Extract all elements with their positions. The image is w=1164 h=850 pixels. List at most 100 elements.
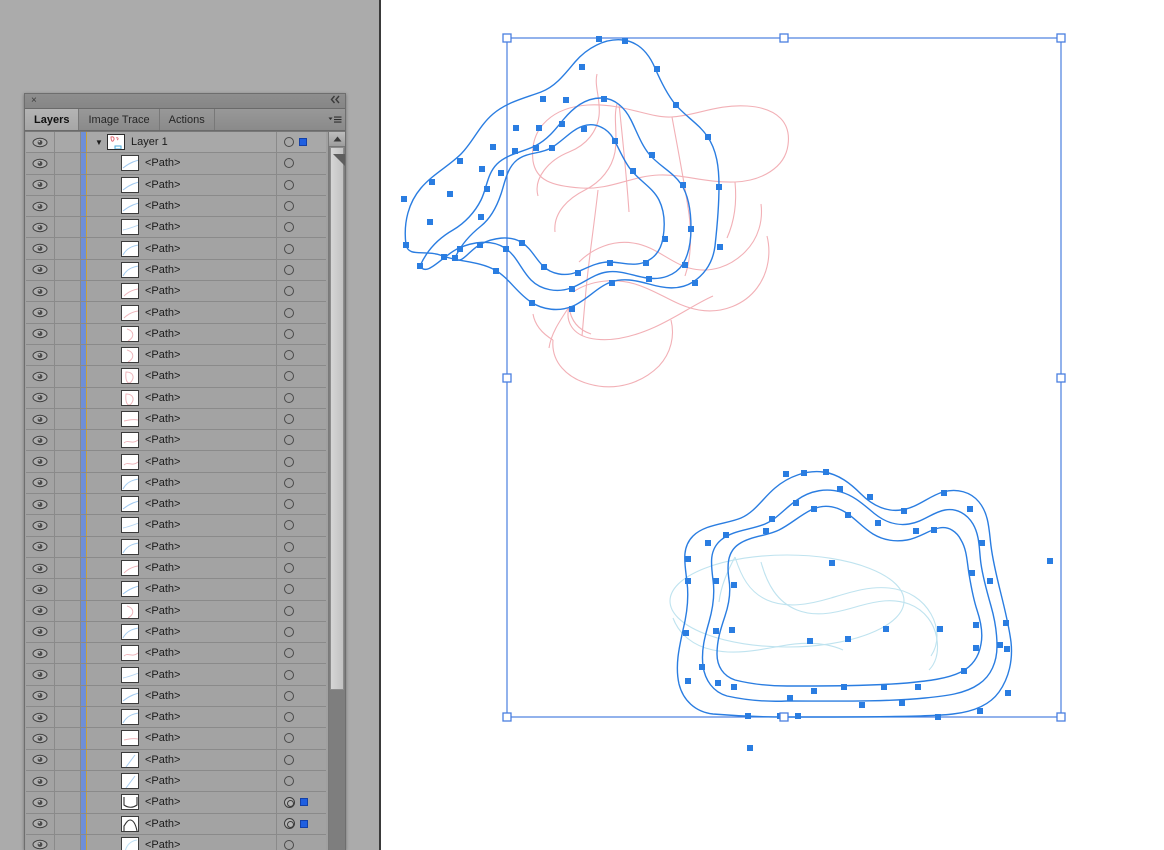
target-circle-icon[interactable]	[284, 670, 294, 680]
path-main-cell[interactable]: <Path>	[87, 601, 276, 621]
target-circle-icon[interactable]	[284, 840, 294, 850]
path-lock-toggle[interactable]	[55, 622, 81, 642]
scroll-up-button[interactable]	[329, 132, 345, 147]
path-visibility-toggle[interactable]	[26, 302, 55, 322]
path-row[interactable]: <Path>	[26, 707, 326, 728]
path-target-cell[interactable]	[276, 686, 326, 706]
path-target-cell[interactable]	[276, 771, 326, 791]
path-visibility-toggle[interactable]	[26, 728, 55, 748]
path-row[interactable]: <Path>	[26, 260, 326, 281]
target-circle-icon[interactable]	[284, 222, 294, 232]
path-main-cell[interactable]: <Path>	[87, 728, 276, 748]
artboard-canvas[interactable]	[383, 0, 1164, 850]
path-row[interactable]: <Path>	[26, 643, 326, 664]
path-visibility-toggle[interactable]	[26, 750, 55, 770]
path-target-cell[interactable]	[276, 792, 326, 812]
path-visibility-toggle[interactable]	[26, 345, 55, 365]
path-main-cell[interactable]: <Path>	[87, 515, 276, 535]
path-target-cell[interactable]	[276, 814, 326, 834]
path-row[interactable]: <Path>	[26, 835, 326, 850]
scrollbar-track[interactable]	[329, 147, 345, 850]
target-circle-icon[interactable]	[284, 180, 294, 190]
target-circle-icon[interactable]	[284, 158, 294, 168]
path-row[interactable]: <Path>	[26, 494, 326, 515]
path-target-cell[interactable]	[276, 302, 326, 322]
path-main-cell[interactable]: <Path>	[87, 217, 276, 237]
target-circle-icon[interactable]	[284, 265, 294, 275]
path-lock-toggle[interactable]	[55, 430, 81, 450]
path-lock-toggle[interactable]	[55, 302, 81, 322]
path-target-cell[interactable]	[276, 579, 326, 599]
path-row[interactable]: <Path>	[26, 175, 326, 196]
path-visibility-toggle[interactable]	[26, 388, 55, 408]
path-main-cell[interactable]: <Path>	[87, 302, 276, 322]
path-lock-toggle[interactable]	[55, 558, 81, 578]
target-circle-icon[interactable]	[284, 712, 294, 722]
path-visibility-toggle[interactable]	[26, 409, 55, 429]
path-main-cell[interactable]: <Path>	[87, 345, 276, 365]
path-main-cell[interactable]: <Path>	[87, 686, 276, 706]
path-visibility-toggle[interactable]	[26, 473, 55, 493]
path-row[interactable]: <Path>	[26, 430, 326, 451]
path-visibility-toggle[interactable]	[26, 707, 55, 727]
target-circle-icon[interactable]	[284, 563, 294, 573]
target-circle-icon[interactable]	[284, 286, 294, 296]
path-target-cell[interactable]	[276, 835, 326, 850]
path-visibility-toggle[interactable]	[26, 430, 55, 450]
path-lock-toggle[interactable]	[55, 579, 81, 599]
path-lock-toggle[interactable]	[55, 324, 81, 344]
path-lock-toggle[interactable]	[55, 792, 81, 812]
path-lock-toggle[interactable]	[55, 515, 81, 535]
path-target-cell[interactable]	[276, 430, 326, 450]
path-row[interactable]: <Path>	[26, 196, 326, 217]
path-row[interactable]: <Path>	[26, 664, 326, 685]
path-row[interactable]: <Path>	[26, 792, 326, 813]
path-lock-toggle[interactable]	[55, 707, 81, 727]
path-row[interactable]: <Path>	[26, 601, 326, 622]
path-visibility-toggle[interactable]	[26, 494, 55, 514]
path-lock-toggle[interactable]	[55, 366, 81, 386]
layer-visibility-toggle[interactable]	[26, 132, 55, 152]
target-circle-icon[interactable]	[284, 499, 294, 509]
path-target-cell[interactable]	[276, 409, 326, 429]
path-target-cell[interactable]	[276, 281, 326, 301]
path-main-cell[interactable]: <Path>	[87, 494, 276, 514]
path-target-cell[interactable]	[276, 196, 326, 216]
target-circle-icon[interactable]	[284, 201, 294, 211]
path-main-cell[interactable]: <Path>	[87, 814, 276, 834]
layers-scrollbar[interactable]	[328, 132, 345, 850]
path-visibility-toggle[interactable]	[26, 835, 55, 850]
path-main-cell[interactable]: <Path>	[87, 451, 276, 471]
path-row[interactable]: <Path>	[26, 388, 326, 409]
path-target-cell[interactable]	[276, 750, 326, 770]
path-target-cell[interactable]	[276, 601, 326, 621]
bbox-handles[interactable]	[503, 34, 1065, 721]
path-row[interactable]: <Path>	[26, 473, 326, 494]
path-visibility-toggle[interactable]	[26, 515, 55, 535]
path-lock-toggle[interactable]	[55, 728, 81, 748]
path-visibility-toggle[interactable]	[26, 537, 55, 557]
path-row[interactable]: <Path>	[26, 217, 326, 238]
path-visibility-toggle[interactable]	[26, 686, 55, 706]
path-row[interactable]: <Path>	[26, 451, 326, 472]
path-lock-toggle[interactable]	[55, 260, 81, 280]
path-visibility-toggle[interactable]	[26, 579, 55, 599]
path-main-cell[interactable]: <Path>	[87, 750, 276, 770]
target-circle-icon[interactable]	[284, 457, 294, 467]
path-lock-toggle[interactable]	[55, 835, 81, 850]
path-lock-toggle[interactable]	[55, 388, 81, 408]
path-row[interactable]: <Path>	[26, 728, 326, 749]
path-row[interactable]: <Path>	[26, 345, 326, 366]
target-circle-icon[interactable]	[284, 818, 295, 829]
path-main-cell[interactable]: <Path>	[87, 324, 276, 344]
target-circle-icon[interactable]	[284, 414, 294, 424]
close-icon[interactable]: ×	[31, 95, 37, 106]
path-target-cell[interactable]	[276, 537, 326, 557]
path-lock-toggle[interactable]	[55, 238, 81, 258]
layer-main-cell[interactable]: ▼Layer 1	[87, 132, 276, 152]
path-target-cell[interactable]	[276, 622, 326, 642]
path-main-cell[interactable]: <Path>	[87, 281, 276, 301]
target-circle-icon[interactable]	[284, 648, 294, 658]
path-row[interactable]: <Path>	[26, 537, 326, 558]
target-circle-icon[interactable]	[284, 478, 294, 488]
